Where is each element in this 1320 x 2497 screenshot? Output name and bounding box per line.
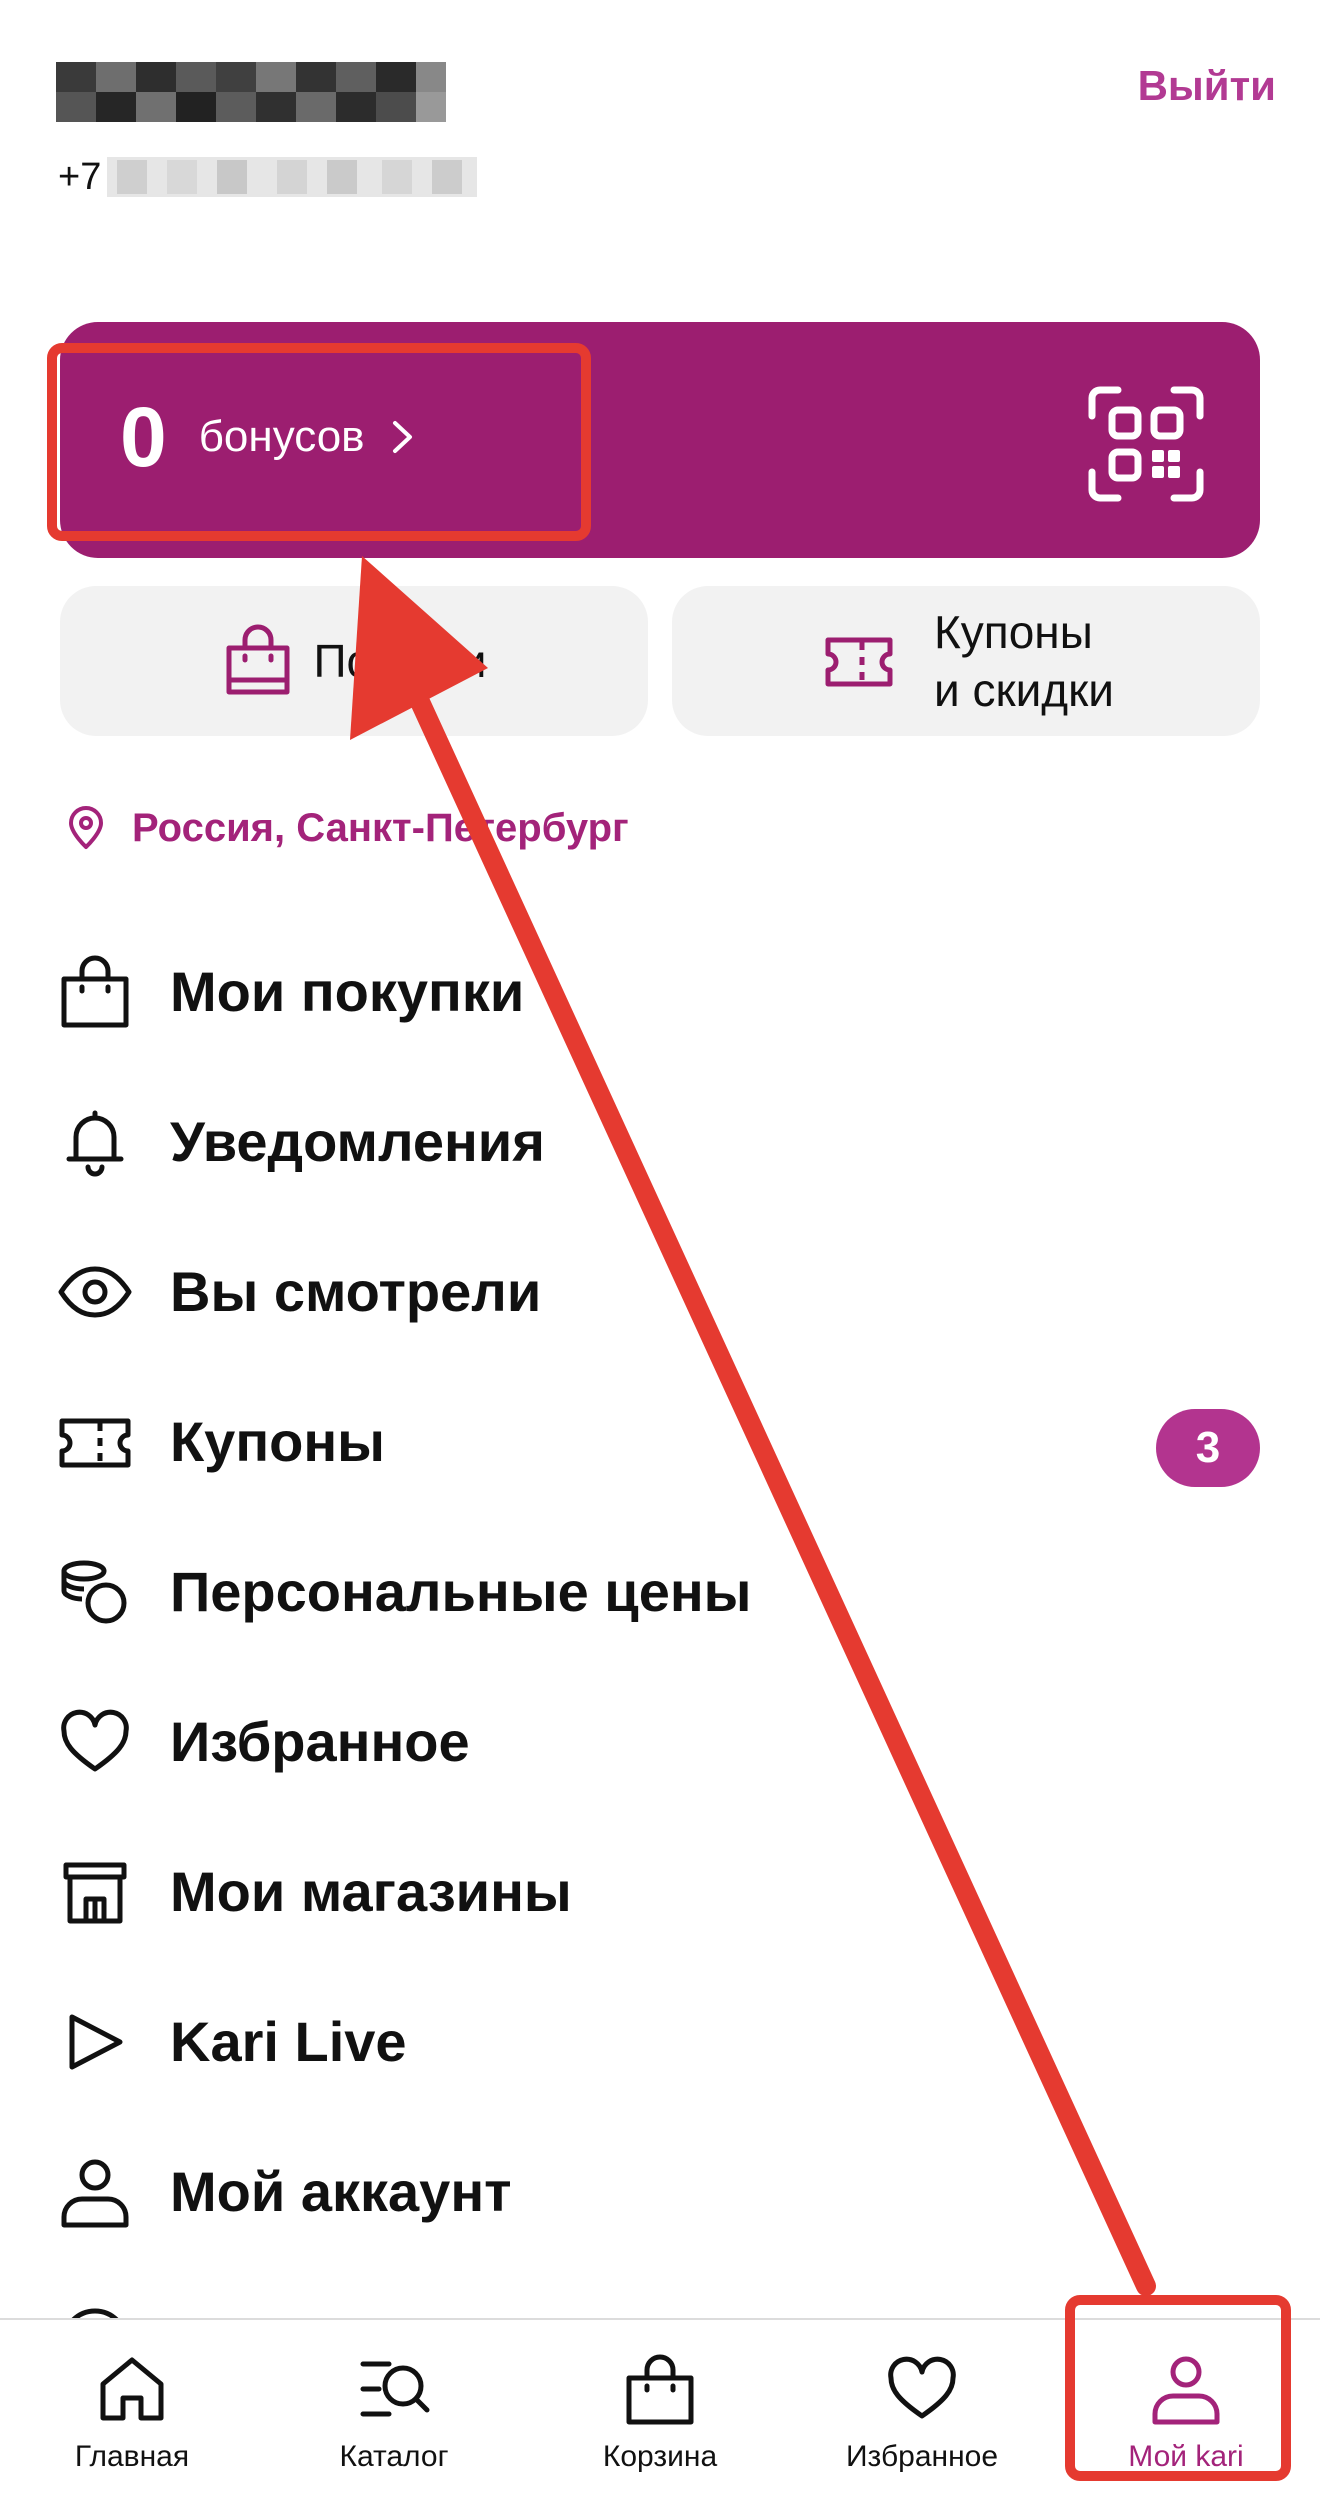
bonus-card: 0 бонусов (60, 322, 1260, 558)
bonus-count: 0 (120, 389, 167, 484)
menu-item-coupons[interactable]: Купоны 3 (0, 1365, 1320, 1515)
shopping-bag-icon (226, 624, 290, 695)
menu-item-favorites[interactable]: Избранное (0, 1665, 1320, 1815)
tab-label: Каталог (339, 2440, 449, 2473)
coupons-tile-line2: и скидки (934, 664, 1114, 716)
menu-item-my-account[interactable]: Мой аккаунт (0, 2115, 1320, 2265)
user-icon (61, 2159, 129, 2228)
heart-icon (888, 2356, 956, 2419)
coupons-tile-label: Купоны и скидки (934, 603, 1114, 719)
profile-header: +7 Выйти (0, 0, 1320, 220)
user-phone: +7 (58, 152, 478, 202)
menu-item-label: Персональные цены (170, 1560, 752, 1623)
coins-icon (61, 1560, 127, 1624)
menu-item-label: Уведомления (170, 1110, 545, 1173)
catalog-search-icon (360, 2361, 430, 2417)
location-pin-icon (69, 806, 103, 849)
menu-item-label: Вы смотрели (170, 1260, 542, 1323)
menu-item-personal-prices[interactable]: Персональные цены (0, 1515, 1320, 1665)
purchases-tile[interactable]: Покупки (60, 586, 648, 736)
phone-number-pixelated (107, 157, 478, 197)
heart-icon (61, 1709, 129, 1772)
tab-label: Избранное (845, 2440, 999, 2473)
tab-favorites[interactable]: Избранное (812, 2340, 1032, 2490)
menu-item-label: Мой аккаунт (170, 2160, 512, 2223)
bell-icon (66, 1110, 124, 1177)
menu-item-notifications[interactable]: Уведомления (0, 1065, 1320, 1215)
shopping-bag-icon (61, 955, 129, 1028)
tab-label: Корзина (602, 2440, 718, 2473)
tab-my-kari[interactable]: Мой kari (1076, 2340, 1296, 2490)
phone-prefix: +7 (58, 155, 102, 198)
tab-home[interactable]: Главная (22, 2340, 242, 2490)
bonus-balance-button[interactable]: 0 бонусов (120, 372, 415, 502)
location-selector[interactable]: Россия, Санкт-Петербург (66, 800, 629, 856)
user-name-pixelated (56, 62, 446, 122)
menu-item-label: Мои магазины (170, 1860, 572, 1923)
chevron-right-icon (392, 421, 412, 453)
menu-item-viewed[interactable]: Вы смотрели (0, 1215, 1320, 1365)
menu-item-my-stores[interactable]: Мои магазины (0, 1815, 1320, 1965)
user-icon (1152, 2356, 1220, 2425)
coupons-tile-line1: Купоны (934, 606, 1093, 658)
menu-item-label: Купоны (170, 1410, 386, 1473)
play-icon (69, 2014, 123, 2070)
menu-item-my-purchases[interactable]: Мои покупки (0, 915, 1320, 1065)
menu-item-label: Kari Live (170, 2010, 407, 2073)
store-icon (63, 1862, 127, 1924)
tab-label: Главная (74, 2440, 190, 2473)
tab-label: Мой kari (1128, 2440, 1244, 2473)
qr-code-icon[interactable] (1088, 386, 1204, 502)
purchases-tile-label: Покупки (313, 635, 487, 687)
ticket-icon (59, 1418, 131, 1468)
menu-item-label: Мои покупки (170, 960, 525, 1023)
coupons-count-badge: 3 (1156, 1409, 1260, 1487)
tab-cart[interactable]: Корзина (550, 2340, 770, 2490)
menu-item-label: Избранное (170, 1710, 470, 1773)
bonus-label: бонусов (198, 412, 365, 461)
tab-catalog[interactable]: Каталог (284, 2340, 504, 2490)
logout-button[interactable]: Выйти (1138, 62, 1276, 110)
cart-bag-icon (626, 2354, 694, 2425)
eye-icon (58, 1266, 132, 1318)
coupons-tile[interactable]: Купоны и скидки (672, 586, 1260, 736)
ticket-icon (825, 637, 893, 687)
home-icon (100, 2357, 164, 2421)
menu-item-kari-live[interactable]: Kari Live (0, 1965, 1320, 2115)
location-text: Россия, Санкт-Петербург (132, 805, 629, 850)
bottom-tab-bar: Главная Каталог Корзина Избранное Мой ka… (0, 2318, 1320, 2497)
profile-menu: Мои покупки Уведомления Вы смотрели Купо… (0, 915, 1320, 2415)
